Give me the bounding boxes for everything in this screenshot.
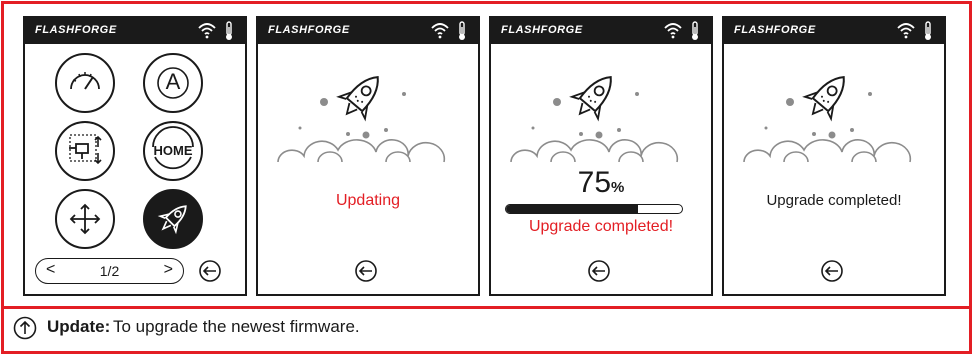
thermometer-icon bbox=[226, 21, 232, 40]
page-indicator: 1/2 bbox=[99, 263, 120, 279]
status-bar: FLASHFORGE bbox=[491, 18, 711, 44]
page-switcher: < 1/2 > bbox=[35, 258, 184, 284]
back-arrow-icon[interactable] bbox=[820, 259, 844, 283]
wifi-icon bbox=[897, 23, 915, 39]
extruder-icon bbox=[69, 134, 102, 165]
percent-sign: % bbox=[611, 179, 625, 196]
progress-bar-fill bbox=[506, 205, 638, 213]
thermometer-icon bbox=[925, 21, 931, 40]
back-arrow-icon[interactable] bbox=[354, 259, 378, 283]
wifi-icon bbox=[431, 23, 449, 39]
completed-screen: FLASHFORGE Upgrade completed! bbox=[722, 16, 946, 296]
wifi-icon bbox=[198, 23, 216, 39]
rocket-launch-illustration bbox=[277, 75, 446, 163]
wifi-icon bbox=[664, 23, 682, 39]
status-bar: FLASHFORGE bbox=[258, 18, 478, 44]
back-arrow-icon[interactable] bbox=[587, 259, 611, 283]
speedometer-icon bbox=[70, 72, 100, 90]
move-button[interactable] bbox=[55, 189, 115, 249]
next-page-button[interactable]: > bbox=[164, 261, 173, 279]
menu-screen: FLASHFORGE A HOME < 1/2 > bbox=[23, 16, 247, 296]
progress-value: 75 bbox=[577, 166, 612, 199]
rocket-launch-illustration bbox=[743, 75, 912, 163]
caption-description: To upgrade the newest firmware. bbox=[113, 317, 360, 336]
updating-message: Updating bbox=[335, 192, 401, 209]
auto-label: A bbox=[165, 69, 181, 94]
update-button[interactable] bbox=[143, 189, 203, 249]
brand-logo: FLASHFORGE bbox=[35, 24, 117, 36]
home-label: HOME bbox=[153, 143, 193, 158]
updating-screen: FLASHFORGE Updating bbox=[256, 16, 480, 296]
speed-gauge-button[interactable] bbox=[55, 53, 115, 113]
completed-message: Upgrade completed! bbox=[766, 192, 902, 209]
status-bar: FLASHFORGE bbox=[724, 18, 944, 44]
thermometer-icon bbox=[459, 21, 465, 40]
thermometer-icon bbox=[692, 21, 698, 40]
brand-logo: FLASHFORGE bbox=[501, 24, 583, 36]
move-arrows-icon bbox=[69, 203, 101, 235]
upgrade-status-message: Upgrade completed! bbox=[528, 218, 674, 235]
back-arrow-icon[interactable] bbox=[198, 259, 222, 283]
auto-button[interactable]: A bbox=[143, 53, 203, 113]
upload-arrow-icon bbox=[13, 316, 37, 340]
brand-logo: FLASHFORGE bbox=[734, 24, 816, 36]
rocket-icon bbox=[157, 205, 187, 235]
divider-line bbox=[4, 306, 969, 309]
extrude-button[interactable] bbox=[55, 121, 115, 181]
rocket-launch-illustration bbox=[510, 75, 679, 163]
progress-screen: FLASHFORGE 75% Upgrade completed! bbox=[489, 16, 713, 296]
status-bar: FLASHFORGE bbox=[25, 18, 245, 44]
progress-bar bbox=[505, 204, 683, 214]
caption-label: Update: bbox=[47, 317, 111, 336]
brand-logo: FLASHFORGE bbox=[268, 24, 350, 36]
progress-percent: 75% bbox=[491, 166, 711, 200]
home-button[interactable]: HOME bbox=[143, 121, 203, 181]
